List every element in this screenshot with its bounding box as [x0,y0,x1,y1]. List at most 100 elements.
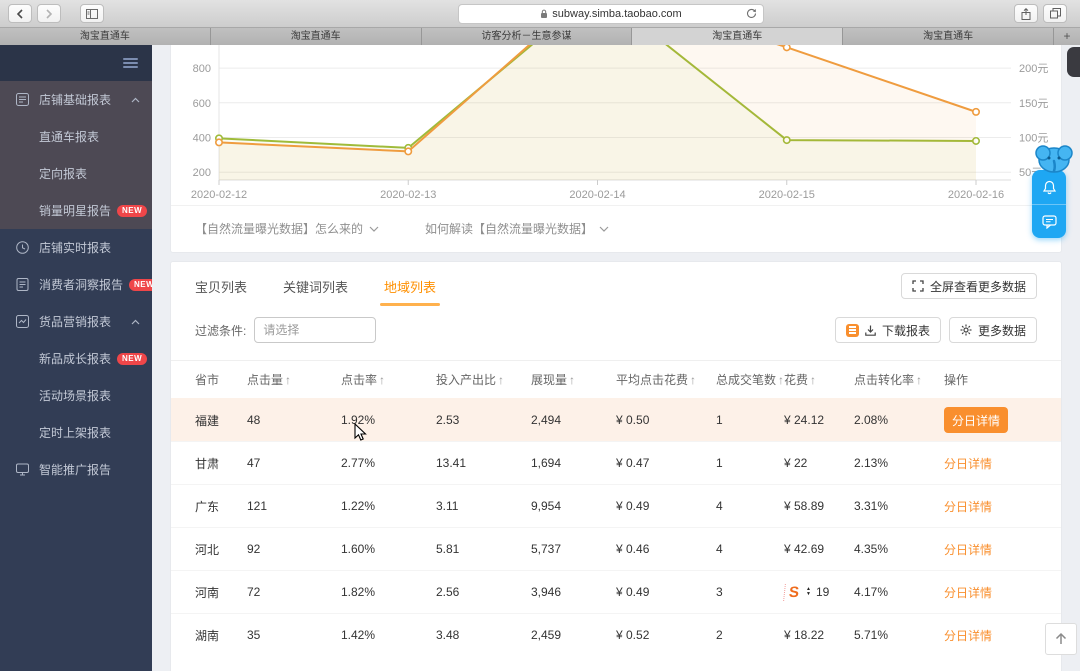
menu-collapse-icon[interactable] [123,56,138,70]
col-ctr[interactable]: 点击率 ↑ [341,371,436,388]
sort-asc-icon: ↑ [498,373,505,387]
table-row[interactable]: 河南 72 1.82% 2.56 3,946 ¥ 0.49 3 S ▲ ▼ 19 4.17% … [171,570,1061,613]
chevron-down-icon [369,226,379,232]
sidebar: 店铺基础报表 直通车报表 定向报表 销量明星报告 NEW 店铺实时报表 消费者洞察… [0,45,152,671]
url-text: subway.simba.taobao.com [552,8,682,20]
daily-detail-link[interactable]: 分日详情 [944,457,992,471]
panel-tabs: 宝贝列表 关键词列表 地域列表 全屏查看更多数据 [171,262,1061,310]
daily-detail-link[interactable]: 分日详情 [944,500,992,514]
col-cvr[interactable]: 点击转化率 ↑ [854,371,944,388]
share-icon [1021,7,1031,20]
col-orders[interactable]: 总成交笔数 ↑ [716,371,784,388]
col-avg-cost[interactable]: 平均点击花费 ↑ [616,371,716,388]
new-badge: NEW [117,352,148,365]
chevron-left-icon [16,8,23,19]
clock-icon [16,241,30,255]
browser-tab-4-active[interactable]: 淘宝直通车 [632,28,844,45]
sidebar-item-sales-star-report[interactable]: 销量明星报告 NEW [0,192,152,229]
chevron-down-icon [599,226,609,232]
browser-tab-5[interactable]: 淘宝直通车 [843,28,1054,45]
svg-text:200元: 200元 [1019,63,1048,75]
tab-region-list[interactable]: 地域列表 [380,262,441,310]
sidebar-item-smart-promotion-report[interactable]: 智能推广报告 [0,451,152,488]
col-province[interactable]: 省市 [195,371,247,388]
faq-link-source[interactable]: 【自然流量曝光数据】怎么来的 [195,220,379,237]
col-cost[interactable]: 花费 ↑ [784,371,854,388]
daily-detail-button[interactable]: 分日详情 [944,407,1008,433]
tab-keyword-list[interactable]: 关键词列表 [283,262,348,310]
sidebar-item-consumer-insight-report[interactable]: 消费者洞察报告 NEW [0,266,152,303]
table-row[interactable]: 福建 48 1.92% 2.53 2,494 ¥ 0.50 1 ¥ 24.12 2.08% 分日… [171,398,1061,441]
monitor-icon [16,463,30,477]
table-header: 省市 点击量 ↑ 点击率 ↑ 投入产出比 ↑ 展现量 ↑ 平均点击花费 ↑ 总成交笔数 ↑ … [171,360,1061,398]
filter-row: 过滤条件: 下载报表 更多数据 [171,310,1061,350]
notification-bell-button[interactable] [1032,170,1066,204]
share-button[interactable] [1014,4,1038,23]
filter-select-input[interactable] [254,317,377,343]
scroll-to-top-button[interactable] [1045,623,1077,655]
sidebar-item-new-product-growth-report[interactable]: 新品成长报表 NEW [0,340,152,377]
screen: subway.simba.taobao.com 淘宝直通车 淘宝直通车 访客分析… [0,0,1080,671]
col-impressions[interactable]: 展现量 ↑ [531,371,616,388]
table-row[interactable]: 广东 121 1.22% 3.11 9,954 ¥ 0.49 4 ¥ 58.89 3.31% 分… [171,484,1061,527]
browser-toolbar: subway.simba.taobao.com [0,0,1080,28]
address-bar[interactable]: subway.simba.taobao.com [458,4,764,24]
sidebar-item-store-basic-reports[interactable]: 店铺基础报表 [0,81,152,118]
fullscreen-icon [912,280,924,292]
svg-text:2020-02-12: 2020-02-12 [191,189,247,201]
sidebar-header [0,45,152,81]
document-icon [16,278,30,292]
cost-cell-with-watermark: S ▲ ▼ 19 [783,583,854,601]
product-icon [16,315,30,329]
assistant-widget [1032,140,1073,238]
svg-text:2020-02-13: 2020-02-13 [380,189,436,201]
sidebar-item-targeting-report[interactable]: 定向报表 [0,155,152,192]
elephant-mascot-icon [1035,145,1073,173]
sidebar-item-product-marketing-reports[interactable]: 货品营销报表 [0,303,152,340]
daily-detail-link[interactable]: 分日详情 [944,586,992,600]
sidebar-item-activity-scene-report[interactable]: 活动场景报表 [0,377,152,414]
browser-tab-3[interactable]: 访客分析－生意参谋 [421,28,633,45]
download-report-button[interactable]: 下载报表 [834,317,941,343]
lock-icon [540,9,548,19]
daily-detail-link[interactable]: 分日详情 [944,629,992,643]
chat-bubble-icon [1041,214,1057,229]
faq-link-howto[interactable]: 如何解读【自然流量曝光数据】 [425,220,609,237]
back-button[interactable] [8,4,32,23]
sidebar-toggle-button[interactable] [80,4,104,23]
table-row[interactable]: 河北 92 1.60% 5.81 5,737 ¥ 0.46 4 ¥ 42.69 4.35% 分日… [171,527,1061,570]
table-row[interactable]: 湖南 35 1.42% 3.48 2,459 ¥ 0.52 2 ¥ 18.22 5.71% 分日… [171,613,1061,656]
more-data-button[interactable]: 更多数据 [948,317,1037,343]
trend-line-chart: 800 200元600 150元400 100元200 50元2020-02-12 202… [191,45,1048,201]
chat-button[interactable] [1032,204,1066,238]
sidebar-item-ztc-report[interactable]: 直通车报表 [0,118,152,155]
browser-tab-1[interactable]: 淘宝直通车 [0,28,211,45]
new-badge: NEW [117,204,148,217]
daily-detail-link[interactable]: 分日详情 [944,543,992,557]
tab-product-list[interactable]: 宝贝列表 [195,262,247,310]
new-tab-button[interactable]: + [1053,28,1080,45]
sogou-watermark-icon: S [783,583,800,601]
svg-text:2020-02-15: 2020-02-15 [759,189,815,201]
fullscreen-more-data-button[interactable]: 全屏查看更多数据 [900,273,1037,299]
mouse-cursor [354,423,367,441]
sort-asc-icon: ↑ [379,373,386,387]
refresh-icon[interactable] [746,8,757,22]
col-roi[interactable]: 投入产出比 ↑ [436,371,531,388]
filter-label: 过滤条件: [195,323,247,338]
faq-links-row: 【自然流量曝光数据】怎么来的 如何解读【自然流量曝光数据】 [171,205,1061,251]
bell-icon [1042,180,1056,194]
chevron-up-icon [131,319,140,325]
svg-text:2020-02-16: 2020-02-16 [948,189,1004,201]
forward-button[interactable] [37,4,61,23]
region-list-card: 宝贝列表 关键词列表 地域列表 全屏查看更多数据 过滤条件: 请选择 下载报表 … [170,261,1062,671]
sidebar-item-store-realtime-report[interactable]: 店铺实时报表 [0,229,152,266]
browser-tab-2[interactable]: 淘宝直通车 [210,28,422,45]
tab-overview-button[interactable] [1043,4,1067,23]
col-clicks[interactable]: 点击量 ↑ [247,371,341,388]
svg-text:150元: 150元 [1019,98,1048,110]
sidebar-item-scheduled-listing-report[interactable]: 定时上架报表 [0,414,152,451]
table-row[interactable]: 甘肃 47 2.77% 13.41 1,694 ¥ 0.47 1 ¥ 22 2.13% 分日详情 [171,441,1061,484]
new-badge: NEW [129,278,152,291]
excel-icon [845,323,859,337]
